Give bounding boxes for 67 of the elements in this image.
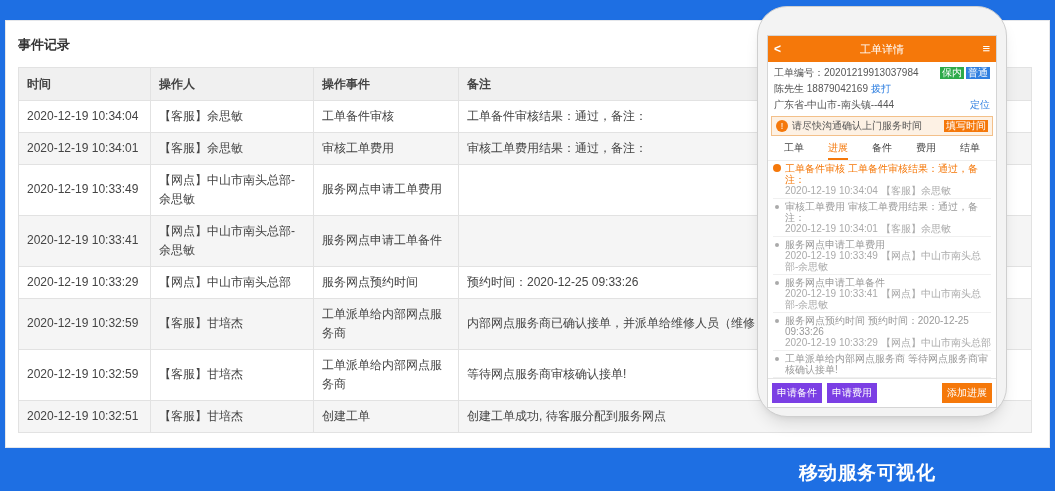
table-cell: 工单派单给内部网点服务商 — [322, 306, 442, 340]
table-cell: 2020-12-19 10:32:59 — [27, 316, 139, 330]
table-cell: 2020-12-19 10:33:29 — [27, 274, 139, 289]
table-cell: 创建工单成功, 待客服分配到服务网点 — [467, 408, 666, 423]
timeline-title: 服务网点申请工单备件 — [785, 277, 885, 288]
table-cell: 【客服】余思敏 — [159, 140, 243, 155]
table-cell: 工单备件审核 — [322, 108, 394, 123]
table-cell: 2020-12-19 10:32:59 — [27, 367, 139, 381]
table-cell: 服务网点申请工单费用 — [322, 182, 442, 196]
table-cell: 工单派单给内部网点服务商 — [322, 357, 442, 391]
table-cell: 2020-12-19 10:33:49 — [27, 182, 139, 196]
order-number: 工单编号：20201219913037984 — [774, 67, 919, 79]
table-cell: 创建工单 — [322, 408, 370, 423]
column-header: 操作事件 — [313, 67, 459, 100]
table-cell: 【客服】甘培杰 — [159, 408, 243, 423]
action-button[interactable]: 申请费用 — [827, 383, 877, 403]
tab[interactable]: 费用 — [916, 142, 936, 160]
caption: 移动服务可视化 — [798, 460, 935, 485]
tab[interactable]: 结单 — [960, 142, 980, 160]
contact-text: 陈先生 18879042169 — [774, 83, 868, 95]
timeline-title: 服务网点预约时间 预约时间：2020-12-25 09:33:26 — [785, 315, 970, 337]
table-cell: 等待网点服务商审核确认接单! — [467, 367, 627, 381]
section-title: 事件记录 — [18, 36, 70, 54]
timeline-meta: 2020-12-19 10:33:41 【网点】中山市南头总部-余思敏 — [785, 288, 982, 310]
tag: 普通 — [966, 67, 990, 79]
table-cell: 2020-12-19 10:34:01 — [27, 140, 139, 155]
action-button[interactable]: 申请备件 — [772, 383, 822, 403]
table-cell: 工单备件审核结果：通过，备注： — [467, 108, 647, 123]
table-cell: 2020-12-19 10:32:51 — [27, 408, 139, 423]
fill-time-button[interactable]: 填写时间 — [944, 120, 988, 132]
table-cell: 2020-12-19 10:34:04 — [27, 108, 139, 123]
screen-title: 工单详情 — [859, 43, 904, 55]
table-cell: 审核工单费用 — [322, 140, 394, 155]
tag: 保内 — [940, 67, 964, 79]
table-cell: 审核工单费用结果：通过，备注： — [467, 140, 647, 155]
address-text: 广东省-中山市-南头镇--444 — [774, 99, 894, 111]
table-cell: 2020-12-19 10:33:41 — [27, 233, 139, 247]
table-cell: 【网点】中山市南头总部 — [159, 274, 291, 289]
table-cell: 服务网点预约时间 — [322, 274, 418, 289]
timeline-meta: 2020-12-19 10:33:29 【网点】中山市南头总部 — [785, 337, 991, 348]
action-button[interactable]: 添加进展 — [942, 383, 992, 403]
table-cell: 【客服】余思敏 — [159, 108, 243, 123]
timeline-meta: 2020-12-19 10:33:49 【网点】中山市南头总部-余思敏 — [785, 250, 982, 272]
column-header: 时间 — [18, 67, 151, 100]
table-cell: 服务网点申请工单备件 — [322, 233, 442, 247]
table-cell: 预约时间：2020-12-25 09:33:26 — [467, 274, 639, 289]
tab[interactable]: 工单 — [784, 142, 804, 160]
tab[interactable]: 备件 — [872, 142, 892, 160]
timeline-meta: 2020-12-19 10:34:04 【客服】余思敏 — [785, 185, 952, 196]
back-button[interactable]: < — [774, 43, 781, 55]
timeline-title: 审核工单费用 审核工单费用结果：通过，备注： — [785, 201, 979, 223]
call-link[interactable]: 拨打 — [870, 83, 891, 95]
timeline-title: 服务网点申请工单费用 — [785, 239, 886, 250]
timeline-title: 工单备件审核 工单备件审核结果：通过，备注： — [785, 163, 979, 185]
table-cell: 【网点】中山市南头总部-余思敏 — [159, 172, 295, 206]
table-cell: 【客服】甘培杰 — [159, 367, 243, 381]
column-header: 操作人 — [150, 67, 314, 100]
locate-link[interactable]: 定位 — [970, 99, 990, 111]
menu-button[interactable]: ≡ — [982, 43, 990, 55]
timeline-meta: 2020-12-19 10:34:01 【客服】余思敏 — [785, 223, 952, 234]
alert-icon: ! — [776, 120, 788, 132]
timeline-title: 工单派单给内部网点服务商 等待网点服务商审核确认接单! — [785, 353, 989, 375]
tab[interactable]: 进展 — [828, 142, 848, 160]
notice-text: 请尽快沟通确认上门服务时间 — [792, 120, 923, 132]
table-cell: 【网点】中山市南头总部-余思敏 — [159, 223, 295, 257]
table-cell: 【客服】甘培杰 — [159, 316, 243, 330]
table-cell: 内部网点服务商已确认接单，并派单给维修人员（维修 — [467, 316, 755, 330]
